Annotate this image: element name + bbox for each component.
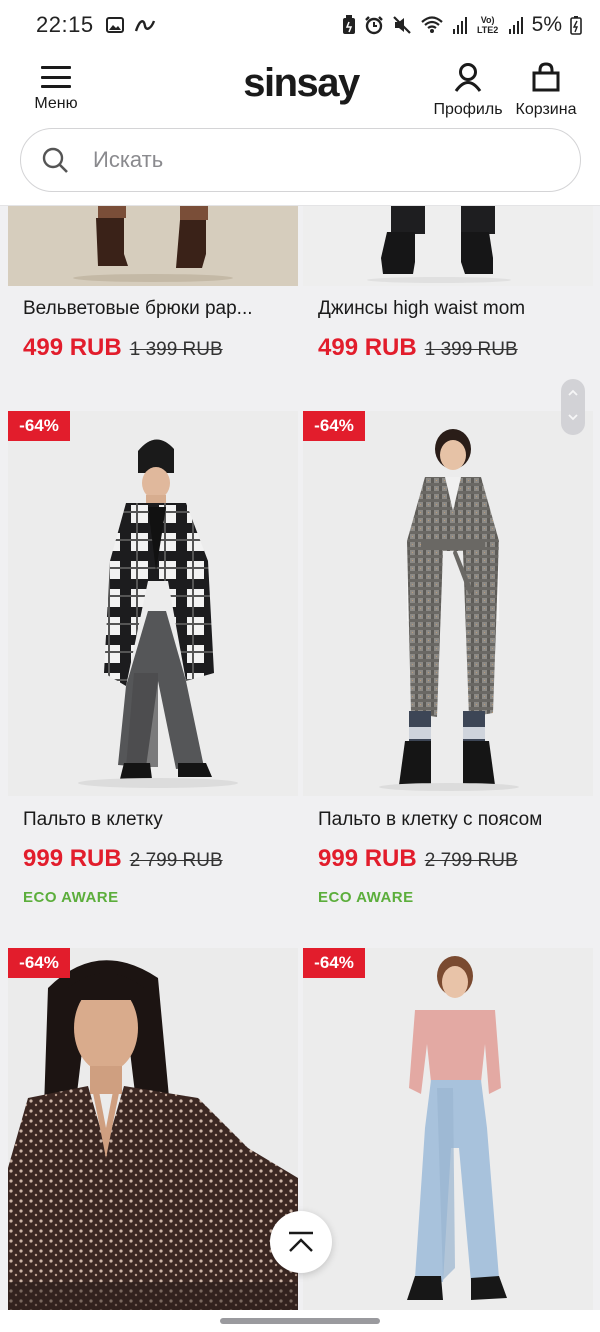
- status-time: 22:15: [36, 12, 94, 37]
- wallet-icon: [134, 17, 156, 33]
- search-input[interactable]: [93, 147, 533, 173]
- user-icon: [453, 62, 483, 97]
- eco-aware-label: ECO AWARE: [318, 889, 414, 906]
- product-name[interactable]: Пальто в клетку: [23, 809, 293, 831]
- profile-button[interactable]: Профиль: [430, 62, 506, 119]
- product-price: 499 RUB: [23, 334, 122, 361]
- battery-icon: [570, 15, 582, 35]
- product-image[interactable]: [8, 206, 298, 286]
- discount-badge: -64%: [8, 948, 70, 978]
- product-price: 999 RUB: [318, 845, 417, 872]
- chevron-down-icon: [568, 414, 578, 421]
- signal-icon: [452, 15, 468, 35]
- product-image[interactable]: [8, 948, 298, 1310]
- product-image[interactable]: [303, 948, 593, 1310]
- search-box[interactable]: [20, 128, 581, 192]
- cart-label: Корзина: [515, 101, 577, 118]
- product-image[interactable]: [303, 206, 593, 286]
- product-name[interactable]: Джинсы high waist mom: [318, 298, 588, 320]
- discount-badge: -64%: [303, 411, 365, 441]
- network-type-label: Vo) LTE2: [476, 15, 499, 35]
- wifi-icon: [420, 15, 444, 35]
- discount-badge: -64%: [303, 948, 365, 978]
- search-icon: [41, 146, 69, 174]
- cart-button[interactable]: Корзина: [510, 62, 582, 119]
- status-bar: 22:15 Vo) LTE2 5%: [0, 0, 600, 50]
- system-nav-bar: [0, 1310, 600, 1332]
- chevron-up-icon: [568, 389, 578, 396]
- fast-scroll-handle[interactable]: [561, 379, 585, 435]
- product-card[interactable]: -64%: [303, 948, 593, 1310]
- product-old-price: 2 799 RUB: [129, 850, 223, 871]
- profile-label: Профиль: [433, 101, 503, 118]
- back-to-top-button[interactable]: [270, 1211, 332, 1273]
- product-old-price: 1 399 RUB: [129, 339, 223, 360]
- product-name[interactable]: Пальто в клетку с поясом: [318, 809, 588, 831]
- product-grid: Вельветовые брюки рар... 499 RUB 1 399 R…: [0, 206, 600, 1310]
- signal-icon-2: [508, 15, 524, 35]
- product-price: 999 RUB: [23, 845, 122, 872]
- product-old-price: 2 799 RUB: [424, 850, 518, 871]
- price-row: 499 RUB 1 399 RUB: [23, 334, 223, 362]
- price-row: 499 RUB 1 399 RUB: [318, 334, 518, 362]
- app-header: Меню sinsay Профиль Корзина: [0, 50, 600, 128]
- price-row: 999 RUB 2 799 RUB: [318, 845, 518, 873]
- product-image[interactable]: [8, 411, 298, 796]
- shopping-bag-icon: [531, 62, 561, 97]
- menu-button[interactable]: Меню: [28, 64, 84, 116]
- product-price: 499 RUB: [318, 334, 417, 361]
- menu-label: Меню: [34, 95, 78, 112]
- gallery-icon: [105, 17, 124, 33]
- product-card[interactable]: -64% Пальто в клетку 999 RUB 2 799 RUB E…: [8, 411, 298, 926]
- price-row: 999 RUB 2 799 RUB: [23, 845, 223, 873]
- product-card[interactable]: Вельветовые брюки рар... 499 RUB 1 399 R…: [8, 206, 298, 376]
- battery-percent: 5%: [531, 13, 562, 36]
- hamburger-icon: [41, 66, 71, 88]
- sinsay-logo[interactable]: sinsay: [240, 60, 362, 106]
- product-card[interactable]: Джинсы high waist mom 499 RUB 1 399 RUB: [303, 206, 593, 376]
- mute-icon: [392, 15, 412, 35]
- search-bar: [0, 128, 600, 206]
- product-card[interactable]: -64% Пальто в клетку с поясом 999 RUB 2 …: [303, 411, 593, 926]
- product-old-price: 1 399 RUB: [424, 339, 518, 360]
- home-gesture-pill[interactable]: [220, 1318, 380, 1324]
- alarm-icon: [364, 15, 384, 35]
- product-image[interactable]: [303, 411, 593, 796]
- product-card[interactable]: -64%: [8, 948, 298, 1310]
- battery-saver-icon: [342, 15, 356, 35]
- arrow-to-top-icon: [289, 1231, 313, 1252]
- discount-badge: -64%: [8, 411, 70, 441]
- product-name[interactable]: Вельветовые брюки рар...: [23, 298, 293, 320]
- eco-aware-label: ECO AWARE: [23, 889, 119, 906]
